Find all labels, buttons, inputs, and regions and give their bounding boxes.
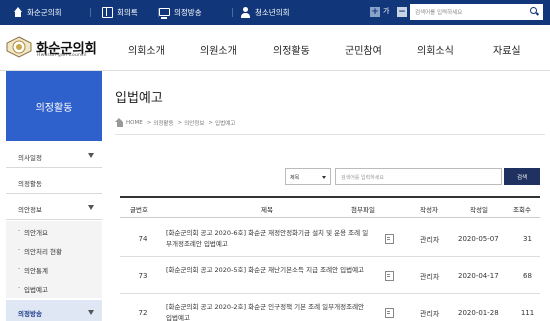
sidebar-item-label: 의정활동 <box>18 180 42 188</box>
top-utility-bar: 화순군의회 회의록 의정방송 청소년의회 + 가 − 검색어를 입력하세요 <box>0 0 550 25</box>
topbar-link-label: 청소년의회 <box>255 8 290 17</box>
topbar-link-council[interactable]: 화순군의회 <box>12 0 62 25</box>
row-views: 68 <box>523 272 532 280</box>
table-header: 글번호 제목 첨부파일 작성자 작성일 조회수 <box>120 196 540 218</box>
sidebar-item-label: 의안정보 <box>18 206 42 214</box>
font-size-label: 가 <box>383 7 390 15</box>
font-decrease-button[interactable]: − <box>397 7 407 17</box>
row-number: 73 <box>138 272 148 280</box>
sidebar-subitem-bill-status[interactable]: 의안처리 현황 <box>6 240 102 259</box>
chevron-down-icon <box>88 205 94 210</box>
sidebar-subitem-bill-overview[interactable]: 의안개요 <box>6 221 102 240</box>
breadcrumb-separator: > <box>208 119 214 126</box>
topbar-link-broadcast[interactable]: 의정방송 <box>159 0 202 25</box>
search-input[interactable]: 검색어를 입력하세요 <box>335 168 502 185</box>
sidebar-item-activities[interactable]: 의정활동 <box>6 169 102 194</box>
page-title: 입법예고 <box>115 91 163 106</box>
table-row[interactable]: 74 [화순군의회 공고 2020-6호] 화순군 재정안정화기금 설치 및 운… <box>120 219 540 257</box>
row-date: 2020-05-07 <box>458 235 499 243</box>
chevron-down-icon <box>88 310 94 315</box>
row-number: 72 <box>138 309 148 317</box>
column-header-title: 제목 <box>261 206 273 214</box>
nav-item-members[interactable]: 의원소개 <box>200 42 237 57</box>
sidebar-item-label: 의정방송 <box>18 310 42 318</box>
nav-item-news[interactable]: 의회소식 <box>417 42 454 57</box>
topbar-link-label: 화순군의회 <box>27 8 62 17</box>
row-title-link[interactable]: [화순군의회 공고 2020-2호] 화순군 인구정책 기본 조례 일부개정조례… <box>166 302 372 321</box>
attachment-icon[interactable] <box>385 308 394 318</box>
sidebar-subitem-label: 의안통계 <box>18 265 48 275</box>
topbar-search-placeholder: 검색어를 입력하세요 <box>415 10 463 16</box>
home-icon[interactable] <box>115 118 124 127</box>
breadcrumb-item[interactable]: 의안정보 <box>184 119 204 127</box>
sidebar-subitem-bill-stats[interactable]: 의안통계 <box>6 259 102 278</box>
row-title-link[interactable]: [화순군의회 공고 2020-5호] 화순군 재난기본소득 지급 조례안 입법예… <box>166 265 372 276</box>
home-icon <box>12 7 23 18</box>
row-date: 2020-01-28 <box>458 309 499 317</box>
attachment-icon[interactable] <box>385 234 394 244</box>
row-date: 2020-04-17 <box>458 272 499 280</box>
column-header-attachment: 첨부파일 <box>351 206 375 214</box>
breadcrumb-item[interactable]: HOME <box>126 120 143 126</box>
column-header-views: 조회수 <box>513 206 531 214</box>
column-header-date: 작성일 <box>470 206 488 214</box>
table-row[interactable]: 73 [화순군의회 공고 2020-5호] 화순군 재난기본소득 지급 조례안 … <box>120 256 540 294</box>
sidebar-item-schedule[interactable]: 의사일정 <box>6 143 102 168</box>
topbar-link-label: 의정방송 <box>174 8 202 17</box>
topbar-link-label: 회의록 <box>117 8 138 17</box>
people-icon <box>240 7 251 18</box>
table-row[interactable]: 72 [화순군의회 공고 2020-2호] 화순군 인구정책 기본 조례 일부개… <box>120 293 540 321</box>
breadcrumb-item: 입법예고 <box>215 120 236 127</box>
sidebar-subitem-label: 의안개요 <box>18 227 48 237</box>
logo-subtitle: Hwasun-gun Council <box>37 53 87 58</box>
site-header: 화순군의회 Hwasun-gun Council 의회소개 의원소개 의정활동 … <box>0 25 550 71</box>
sidebar-item-label: 의사일정 <box>18 154 42 162</box>
sidebar-subitem-label: 입법예고 <box>18 284 48 294</box>
row-writer: 관리자 <box>420 273 440 281</box>
nav-item-participation[interactable]: 군민참여 <box>345 42 382 57</box>
column-header-writer: 작성자 <box>420 206 438 214</box>
breadcrumb: HOME > 의정활동 > 의안정보 > 입법예고 <box>115 118 237 127</box>
topbar-link-minutes[interactable]: 회의록 <box>102 0 138 25</box>
row-writer: 관리자 <box>420 236 440 244</box>
divider <box>115 134 545 135</box>
row-views: 111 <box>520 309 535 317</box>
row-writer: 관리자 <box>420 310 440 318</box>
row-number: 74 <box>138 235 148 243</box>
search-button[interactable]: 검색 <box>504 168 540 185</box>
nav-item-about[interactable]: 의회소개 <box>128 42 165 57</box>
chevron-down-icon <box>322 176 326 179</box>
select-value: 제목 <box>290 175 300 181</box>
nav-item-activities[interactable]: 의정활동 <box>273 42 310 57</box>
sidebar-subitem-label: 의안처리 현황 <box>18 246 62 256</box>
divider <box>232 8 233 17</box>
breadcrumb-separator: > <box>177 119 183 126</box>
sidebar-title: 의정활동 <box>6 71 102 141</box>
book-icon <box>102 7 113 18</box>
sidebar-subitem-legislative-notice[interactable]: 입법예고 <box>6 278 102 298</box>
font-increase-button[interactable]: + <box>370 7 380 17</box>
tv-icon <box>159 7 170 19</box>
search-placeholder: 검색어를 입력하세요 <box>341 175 384 181</box>
nav-item-archive[interactable]: 자료실 <box>493 42 521 57</box>
breadcrumb-separator: > <box>146 119 152 126</box>
attachment-icon[interactable] <box>385 271 394 281</box>
divider <box>90 8 91 17</box>
topbar-link-youth-council[interactable]: 청소년의회 <box>240 0 290 25</box>
council-emblem-icon[interactable] <box>6 36 32 58</box>
search-icon[interactable] <box>530 7 539 16</box>
breadcrumb-item[interactable]: 의정활동 <box>153 119 173 127</box>
row-title-link[interactable]: [화순군의회 공고 2020-6호] 화순군 재정안정화기금 설치 및 운용 조… <box>166 228 372 250</box>
chevron-down-icon <box>88 153 94 158</box>
sidebar-item-broadcast[interactable]: 의정방송 <box>6 300 102 321</box>
row-views: 31 <box>523 235 532 243</box>
sidebar-item-bill-info[interactable]: 의안정보 <box>6 195 102 220</box>
search-field-select[interactable]: 제목 <box>285 168 331 185</box>
column-header-number: 글번호 <box>130 206 148 214</box>
